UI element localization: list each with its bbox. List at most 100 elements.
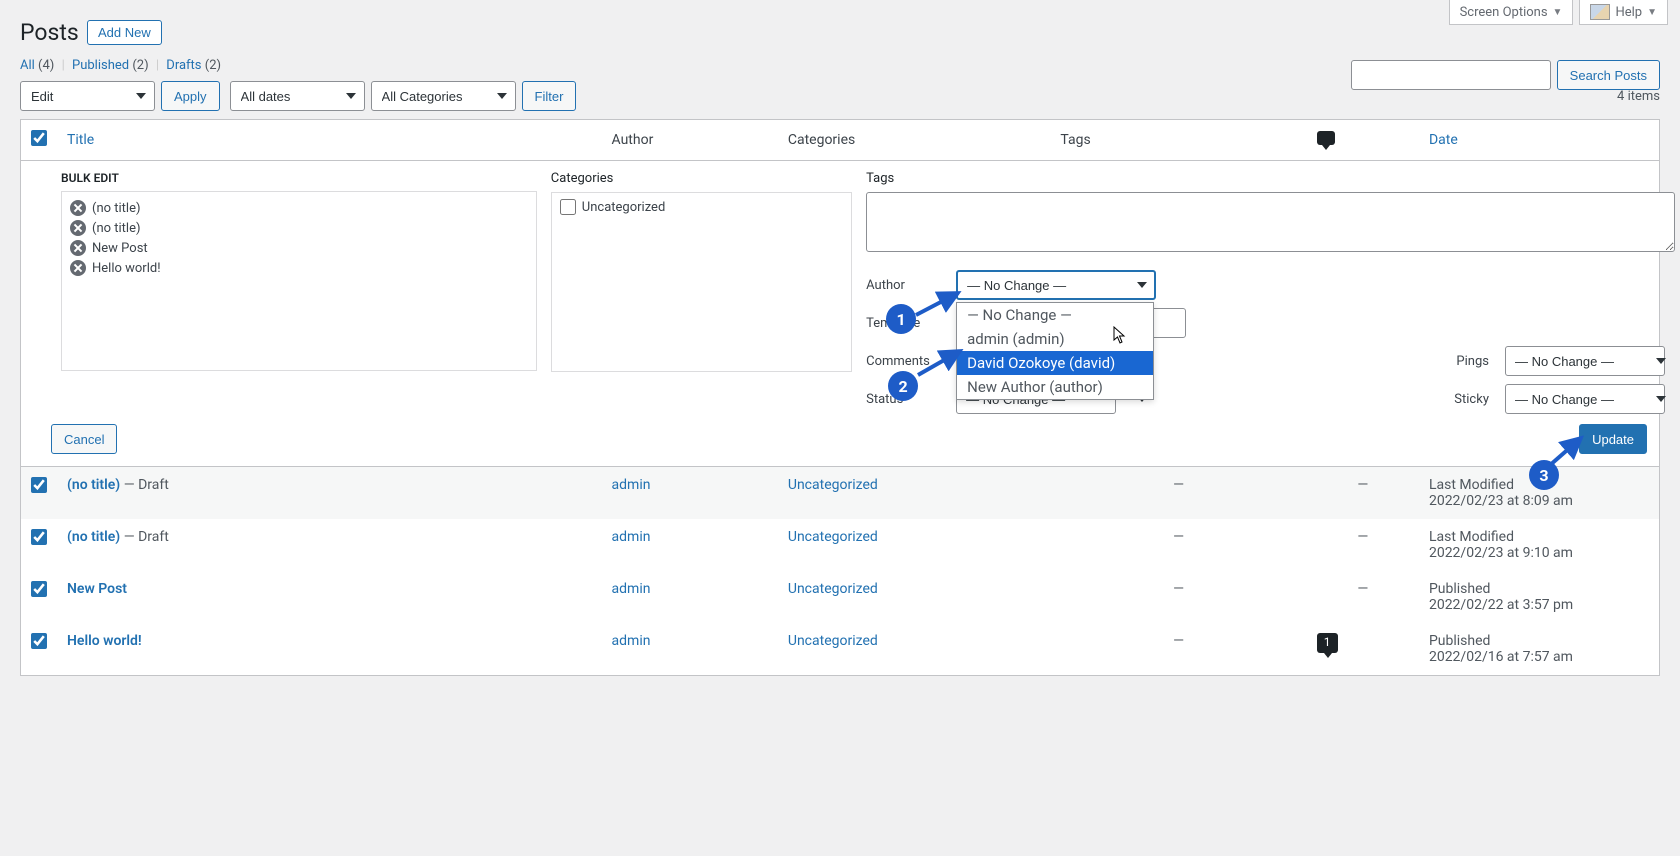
filter-published-count: (2) [132,58,148,73]
post-status: — Draft [120,529,169,545]
bulk-edit-panel: BULK EDIT (no title) (no title) New Post… [21,161,1660,467]
comment-count-badge[interactable]: 1 [1317,633,1338,653]
table-row: (no title) — Draft admin Uncategorized —… [21,467,1660,520]
update-button[interactable]: Update [1579,424,1647,454]
date-value: 2022/02/23 at 8:09 am [1429,493,1573,509]
bulk-categories-list[interactable]: Uncategorized [551,192,852,372]
tags-input[interactable] [866,192,1675,252]
items-count: 4 items [1617,89,1660,104]
search-box: Search Posts [1351,60,1660,90]
sticky-select[interactable]: — No Change — [1505,384,1665,414]
help-label: Help [1615,5,1642,20]
bulk-item: (no title) [70,218,528,238]
filter-drafts[interactable]: Drafts [166,58,201,73]
author-option[interactable]: — No Change — [957,303,1153,327]
bulk-item: (no title) [70,198,528,218]
post-title-link[interactable]: (no title) [67,477,120,493]
remove-icon[interactable] [70,240,86,256]
post-author-link[interactable]: admin [612,529,651,545]
col-tags: Tags [1060,132,1090,148]
post-tags: — [1173,581,1184,597]
date-filter-select[interactable]: All dates [230,81,365,111]
annotation-2: 2 [888,371,918,401]
filter-button[interactable]: Filter [522,81,577,111]
category-checkbox[interactable] [560,199,576,215]
remove-icon[interactable] [70,260,86,276]
date-label: Published [1429,633,1490,649]
search-posts-button[interactable]: Search Posts [1557,60,1660,90]
post-category-link[interactable]: Uncategorized [788,529,878,545]
post-category-link[interactable]: Uncategorized [788,633,878,649]
tags-label: Tags [866,171,1675,186]
screen-options-label: Screen Options [1460,5,1548,20]
author-dropdown: — No Change — admin (admin) David Ozokoy… [956,302,1154,400]
author-option[interactable]: David Ozokoye (david) [957,351,1153,375]
screen-options-tab[interactable]: Screen Options ▼ [1449,0,1574,25]
apply-button[interactable]: Apply [161,81,220,111]
chevron-down-icon: ▼ [1647,7,1657,18]
post-comments: — [1357,477,1368,493]
post-title-link[interactable]: New Post [67,581,127,597]
author-option[interactable]: New Author (author) [957,375,1153,399]
add-new-button[interactable]: Add New [87,20,162,45]
post-author-link[interactable]: admin [612,477,651,493]
arrow-icon [916,347,966,377]
page-title: Posts [20,10,79,50]
table-row: New Post admin Uncategorized — — Publish… [21,571,1660,623]
annotation-3: 3 [1529,460,1559,490]
date-value: 2022/02/16 at 7:57 am [1429,649,1573,665]
date-label: Published [1429,581,1490,597]
date-label: Last Modified [1429,529,1514,545]
post-comments: — [1357,581,1368,597]
bulk-edit-heading: BULK EDIT [61,171,537,185]
posts-table: Title Author Categories Tags Date BULK E… [20,119,1660,676]
date-label: Last Modified [1429,477,1514,493]
bulk-item: New Post [70,238,528,258]
post-author-link[interactable]: admin [612,633,651,649]
cancel-button[interactable]: Cancel [51,424,117,454]
bulk-items-list[interactable]: (no title) (no title) New Post Hello wor… [61,191,537,371]
col-title[interactable]: Title [67,132,94,148]
filter-published[interactable]: Published [72,58,129,73]
post-tags: — [1173,633,1184,649]
table-row: (no title) — Draft admin Uncategorized —… [21,519,1660,571]
categories-label: Categories [551,171,852,186]
select-all-checkbox[interactable] [31,130,47,146]
filter-all-count: (4) [38,58,54,73]
post-title-link[interactable]: (no title) [67,529,120,545]
annotation-1: 1 [886,304,916,334]
table-row: Hello world! admin Uncategorized — 1 Pub… [21,623,1660,676]
filter-all[interactable]: All [20,58,35,73]
post-title-link[interactable]: Hello world! [67,633,142,649]
col-categories: Categories [788,132,855,148]
row-checkbox[interactable] [31,581,47,597]
top-tabs: Screen Options ▼ Help ▼ [1449,0,1668,25]
help-tab[interactable]: Help ▼ [1579,0,1668,25]
chevron-down-icon: ▼ [1553,7,1563,18]
post-category-link[interactable]: Uncategorized [788,477,878,493]
col-date[interactable]: Date [1429,132,1458,148]
bulk-action-select[interactable]: Edit [20,81,155,111]
remove-icon[interactable] [70,200,86,216]
category-filter-select[interactable]: All Categories [371,81,516,111]
pings-select[interactable]: — No Change — [1505,346,1665,376]
filter-drafts-count: (2) [205,58,221,73]
search-input[interactable] [1351,60,1551,90]
date-value: 2022/02/22 at 3:57 pm [1429,597,1573,613]
row-checkbox[interactable] [31,529,47,545]
comments-icon [1317,131,1335,145]
col-author: Author [612,132,654,148]
post-status: — Draft [120,477,169,493]
pings-label: Pings [1435,354,1495,369]
category-option[interactable]: Uncategorized [560,199,843,215]
remove-icon[interactable] [70,220,86,236]
author-select[interactable]: — No Change — [956,270,1156,300]
row-checkbox[interactable] [31,633,47,649]
post-tags: — [1173,477,1184,493]
post-tags: — [1173,529,1184,545]
post-author-link[interactable]: admin [612,581,651,597]
arrow-icon [914,289,964,319]
row-checkbox[interactable] [31,477,47,493]
post-category-link[interactable]: Uncategorized [788,581,878,597]
sticky-label: Sticky [1435,392,1495,407]
